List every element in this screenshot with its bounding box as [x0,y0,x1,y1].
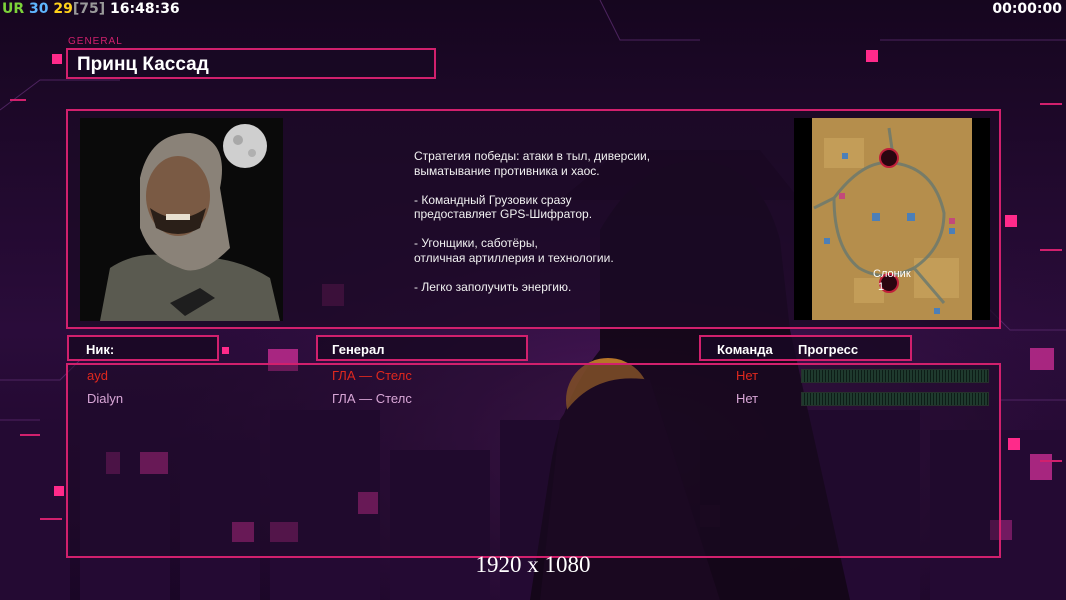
header-general: Генерал [316,335,528,361]
map-label: Слоник [873,268,911,280]
player-nick: ayd [87,368,108,383]
general-tag: GENERAL [68,36,123,47]
header-progress-label: Прогресс [798,342,859,357]
header-nick: Ник: [67,335,219,361]
clock: 16:48:36 [110,1,180,17]
player-nick: Dialyn [87,391,124,406]
header-general-label: Генерал [332,342,385,357]
header-team-label: Команда [717,342,773,357]
general-portrait [80,118,283,321]
player-row: Dialyn ГЛА — Стелс Нет [68,389,1003,409]
map-player-number: 1 [878,281,885,293]
resolution-label: 1920 x 1080 [475,552,591,577]
performance-overlay: UR 30 29[75] 16:48:36 [2,1,180,17]
player-row: ayd ГЛА — Стелс Нет [68,366,1003,386]
player-team: Нет [736,368,759,383]
map-preview[interactable]: Слоник 1 [794,118,990,320]
general-description: Стратегия победы: атаки в тыл, диверсии,… [414,149,714,309]
player-general: ГЛА — Стелс [332,391,412,406]
player-progress-bar [801,392,989,406]
description-point-energy: - Легко заполучить энергию. [414,279,572,294]
general-name: Принц Кассад [77,54,209,75]
description-strategy: Стратегия победы: атаки в тыл, диверсии,… [414,149,651,178]
fps-value: 29 [53,1,73,17]
general-title-box: Принц Кассад [66,48,436,79]
player-progress-bar [801,369,989,383]
description-point-truck: - Командный Грузовик сразу предоставляет… [414,192,593,222]
header-team-progress: Команда Прогресс [699,335,912,361]
description-point-units: - Угонщики, саботёры, отличная артиллери… [414,236,614,265]
map-terrain [812,118,972,320]
player-general: ГЛА — Стелс [332,368,412,383]
game-timer: 00:00:00 [992,1,1062,17]
players-panel: ayd ГЛА — Стелс Нет Dialyn ГЛА — Стелс Н… [66,363,1001,558]
header-nick-label: Ник: [86,342,115,357]
ur-label: UR [2,1,25,17]
player-team: Нет [736,391,759,406]
ur-value: 30 [29,1,49,17]
fps-cap: [75] [72,1,106,17]
